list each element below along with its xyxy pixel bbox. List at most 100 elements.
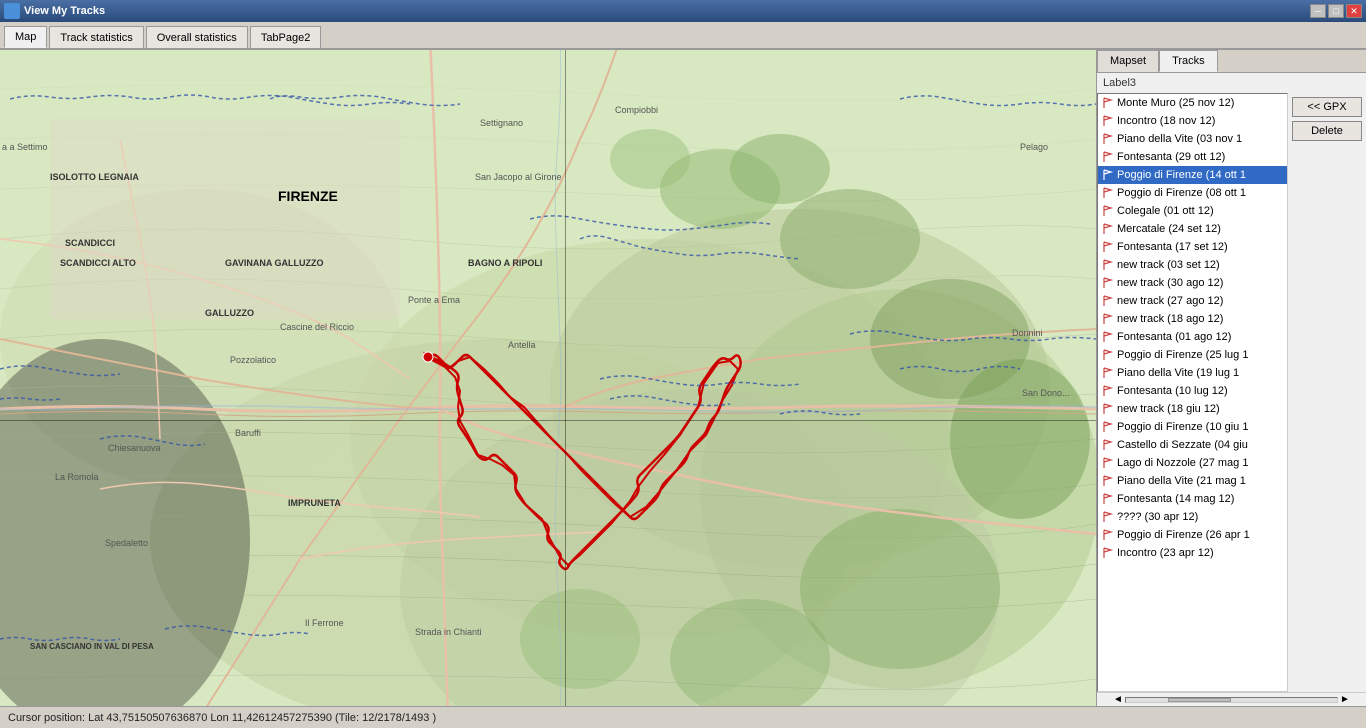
tracks-panel-body: Monte Muro (25 nov 12) Incontro (18 nov 1…: [1097, 93, 1366, 692]
app-icon: [4, 3, 20, 19]
hscroll-left-arrow[interactable]: ◄: [1111, 694, 1125, 705]
crosshair-horizontal: [0, 420, 1096, 421]
track-label: Colegale (01 ott 12): [1117, 205, 1214, 217]
tracks-list[interactable]: Monte Muro (25 nov 12) Incontro (18 nov 1…: [1097, 93, 1288, 692]
track-icon: [1102, 151, 1114, 163]
track-item[interactable]: Fontesanta (10 lug 12): [1098, 382, 1287, 400]
track-icon: [1102, 421, 1114, 433]
track-label: Poggio di Firenze (14 ott 1: [1117, 169, 1246, 181]
track-item[interactable]: Monte Muro (25 nov 12): [1098, 94, 1287, 112]
track-item[interactable]: new track (27 ago 12): [1098, 292, 1287, 310]
titlebar-left: View My Tracks: [4, 3, 105, 19]
track-icon: [1102, 259, 1114, 271]
hscroll-right-arrow[interactable]: ►: [1338, 694, 1352, 705]
track-item[interactable]: Mercatale (24 set 12): [1098, 220, 1287, 238]
map-area[interactable]: Settignano Compiobbi FIRENZE ISOLOTTO LE…: [0, 50, 1096, 706]
track-label: Fontesanta (01 ago 12): [1117, 331, 1231, 343]
track-item[interactable]: ???? (30 apr 12): [1098, 508, 1287, 526]
track-item[interactable]: Fontesanta (14 mag 12): [1098, 490, 1287, 508]
track-icon: [1102, 169, 1114, 181]
track-label: Poggio di Firenze (26 apr 1: [1117, 529, 1250, 541]
track-item[interactable]: Fontesanta (29 ott 12): [1098, 148, 1287, 166]
track-icon: [1102, 493, 1114, 505]
track-label: Incontro (18 nov 12): [1117, 115, 1215, 127]
track-label: Poggio di Firenze (08 ott 1: [1117, 187, 1246, 199]
track-item[interactable]: Castello di Sezzate (04 giu: [1098, 436, 1287, 454]
track-icon: [1102, 97, 1114, 109]
tracks-buttons: << GPX Delete: [1288, 93, 1366, 692]
track-item[interactable]: Incontro (18 nov 12): [1098, 112, 1287, 130]
track-item[interactable]: new track (18 ago 12): [1098, 310, 1287, 328]
track-item[interactable]: new track (18 giu 12): [1098, 400, 1287, 418]
track-item[interactable]: new track (30 ago 12): [1098, 274, 1287, 292]
track-item[interactable]: Colegale (01 ott 12): [1098, 202, 1287, 220]
track-icon: [1102, 547, 1114, 559]
track-item[interactable]: Incontro (23 apr 12): [1098, 544, 1287, 562]
close-button[interactable]: ✕: [1346, 4, 1362, 18]
tab-track-statistics[interactable]: Track statistics: [49, 26, 143, 48]
track-icon: [1102, 349, 1114, 361]
track-label: new track (18 ago 12): [1117, 313, 1223, 325]
titlebar: View My Tracks ─ □ ✕: [0, 0, 1366, 22]
track-item[interactable]: Lago di Nozzole (27 mag 1: [1098, 454, 1287, 472]
gpx-button[interactable]: << GPX: [1292, 97, 1362, 117]
track-icon: [1102, 313, 1114, 325]
tab-overall-statistics[interactable]: Overall statistics: [146, 26, 248, 48]
track-icon: [1102, 367, 1114, 379]
track-label: new track (27 ago 12): [1117, 295, 1223, 307]
hscroll-thumb[interactable]: [1168, 698, 1231, 702]
track-label: Fontesanta (17 set 12): [1117, 241, 1228, 253]
track-icon: [1102, 277, 1114, 289]
tab-bar: Map Track statistics Overall statistics …: [0, 22, 1366, 50]
right-tab-bar: Mapset Tracks: [1097, 50, 1366, 73]
track-label: Lago di Nozzole (27 mag 1: [1117, 457, 1248, 469]
delete-button[interactable]: Delete: [1292, 121, 1362, 141]
hscroll-track[interactable]: [1125, 697, 1338, 703]
track-icon: [1102, 295, 1114, 307]
track-label: new track (18 giu 12): [1117, 403, 1220, 415]
tab-map[interactable]: Map: [4, 26, 47, 48]
right-panel: Mapset Tracks Label3 Monte Muro (25 nov …: [1096, 50, 1366, 706]
tab-mapset[interactable]: Mapset: [1097, 50, 1159, 72]
track-label: new track (03 set 12): [1117, 259, 1220, 271]
cursor-position: Cursor position: Lat 43,75150507636870 L…: [8, 712, 436, 724]
track-icon: [1102, 511, 1114, 523]
track-item[interactable]: Poggio di Firenze (10 giu 1: [1098, 418, 1287, 436]
track-item[interactable]: Poggio di Firenze (25 lug 1: [1098, 346, 1287, 364]
track-icon: [1102, 385, 1114, 397]
tab-tabpage2[interactable]: TabPage2: [250, 26, 322, 48]
track-item[interactable]: Poggio di Firenze (14 ott 1: [1098, 166, 1287, 184]
track-icon: [1102, 331, 1114, 343]
track-icon: [1102, 115, 1114, 127]
track-label: ???? (30 apr 12): [1117, 511, 1198, 523]
crosshair-vertical: [565, 50, 566, 706]
track-label: Fontesanta (29 ott 12): [1117, 151, 1225, 163]
track-item[interactable]: new track (03 set 12): [1098, 256, 1287, 274]
track-item[interactable]: Poggio di Firenze (08 ott 1: [1098, 184, 1287, 202]
track-label: Piano della Vite (03 nov 1: [1117, 133, 1242, 145]
track-icon: [1102, 439, 1114, 451]
right-content: Label3 Monte Muro (25 nov 12) Incontro (1…: [1097, 73, 1366, 706]
track-item[interactable]: Poggio di Firenze (26 apr 1: [1098, 526, 1287, 544]
titlebar-controls: ─ □ ✕: [1310, 4, 1362, 18]
track-label: Poggio di Firenze (25 lug 1: [1117, 349, 1248, 361]
window-title: View My Tracks: [24, 5, 105, 17]
status-bar: Cursor position: Lat 43,75150507636870 L…: [0, 706, 1366, 728]
restore-button[interactable]: □: [1328, 4, 1344, 18]
track-label: Castello di Sezzate (04 giu: [1117, 439, 1248, 451]
track-item[interactable]: Fontesanta (17 set 12): [1098, 238, 1287, 256]
track-item[interactable]: Piano della Vite (03 nov 1: [1098, 130, 1287, 148]
label3-text: Label3: [1097, 73, 1366, 93]
track-label: Piano della Vite (21 mag 1: [1117, 475, 1246, 487]
track-label: Monte Muro (25 nov 12): [1117, 97, 1234, 109]
track-icon: [1102, 241, 1114, 253]
track-label: new track (30 ago 12): [1117, 277, 1223, 289]
track-item[interactable]: Piano della Vite (21 mag 1: [1098, 472, 1287, 490]
minimize-button[interactable]: ─: [1310, 4, 1326, 18]
tracks-horizontal-scrollbar[interactable]: ◄ ►: [1097, 692, 1366, 706]
track-item[interactable]: Piano della Vite (19 lug 1: [1098, 364, 1287, 382]
track-icon: [1102, 457, 1114, 469]
track-item[interactable]: Fontesanta (01 ago 12): [1098, 328, 1287, 346]
track-icon: [1102, 205, 1114, 217]
tab-tracks[interactable]: Tracks: [1159, 50, 1218, 72]
